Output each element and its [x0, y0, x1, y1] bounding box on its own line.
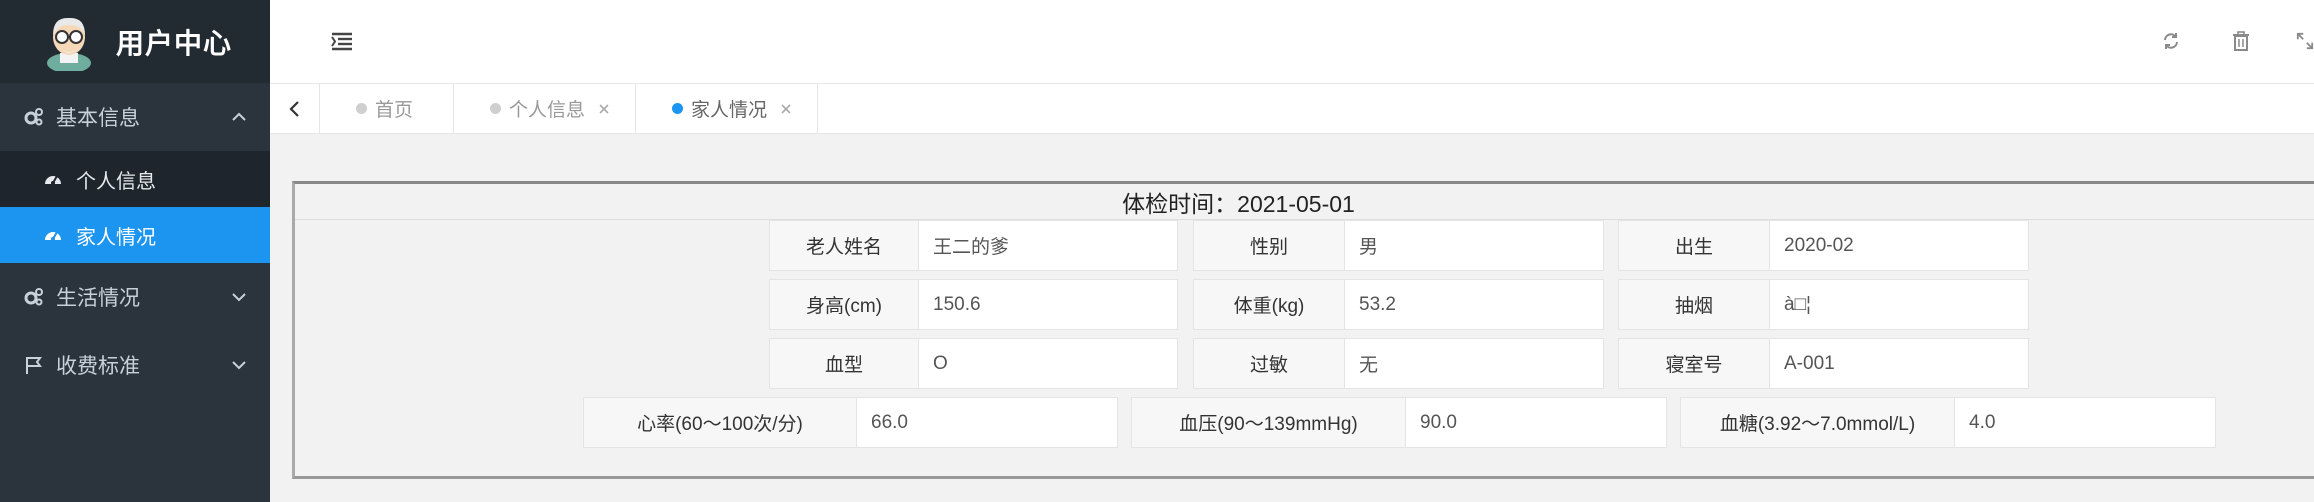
top-actions: [2116, 28, 2314, 54]
sidebar-item-personal-info[interactable]: 个人信息: [0, 151, 270, 207]
field-value-heart-rate[interactable]: 66.0: [856, 397, 1118, 448]
close-icon[interactable]: [597, 102, 611, 116]
gears-icon: [22, 285, 46, 309]
field-value-weight[interactable]: 53.2: [1344, 279, 1604, 330]
chevron-down-icon: [232, 361, 246, 370]
tab-dot: [356, 103, 367, 114]
menu-fee-standard[interactable]: 收费标准: [0, 331, 270, 399]
field-label: 血型: [769, 338, 919, 389]
menu-label: 收费标准: [56, 355, 140, 378]
sidebar-item-label: 个人信息: [76, 170, 156, 193]
field-value-gender[interactable]: 男: [1344, 220, 1604, 271]
field-value-blood-sugar[interactable]: 4.0: [1954, 397, 2216, 448]
field-value-elder-name[interactable]: 王二的爹: [918, 220, 1178, 271]
tab-family-status[interactable]: 家人情况: [636, 84, 819, 133]
submenu-basic-info: 个人信息 家人情况: [0, 151, 270, 263]
sidebar-item-label: 家人情况: [76, 226, 156, 249]
fullscreen-icon[interactable]: [2296, 28, 2314, 54]
tab-dot: [672, 103, 684, 114]
menu-label: 生活情况: [56, 287, 140, 310]
field-label: 抽烟: [1618, 279, 1770, 330]
flag-icon: [22, 353, 46, 377]
tabs-scroll-left-button[interactable]: [270, 84, 320, 133]
field-value-smoking[interactable]: à□¦: [1769, 279, 2029, 330]
brand-title: 用户中心: [116, 27, 233, 59]
field-label: 出生: [1618, 220, 1770, 271]
chevron-up-icon: [232, 112, 246, 121]
field-label: 寝室号: [1618, 338, 1770, 389]
field-label: 身高(cm): [769, 279, 919, 330]
gears-icon: [22, 105, 46, 129]
chevron-left-icon: [288, 100, 299, 117]
indent-icon[interactable]: [330, 31, 354, 51]
field-label: 心率(60～100次/分): [583, 397, 857, 448]
tab-dot: [490, 103, 502, 114]
field-value-birth[interactable]: 2020-02: [1769, 220, 2029, 271]
field-label: 过敏: [1193, 338, 1345, 389]
tab-personal-info[interactable]: 个人信息: [454, 84, 637, 133]
brand: 用户中心: [0, 0, 270, 83]
exam-title-row: 体检时间：2021-05-01: [295, 184, 2314, 220]
top-header: [270, 0, 2314, 84]
main-content: 体检时间：2021-05-01 老人姓名 王二的爹 性别 男 出生 2020-0…: [270, 134, 2314, 502]
field-label: 老人姓名: [769, 220, 919, 271]
field-value-blood-pressure[interactable]: 90.0: [1405, 397, 1667, 448]
tab-home[interactable]: 首页: [320, 84, 455, 133]
tab-label: 个人信息: [509, 100, 586, 121]
exam-title: 体检时间：2021-05-01: [1122, 190, 1355, 217]
sidebar-item-family-status[interactable]: 家人情况: [0, 207, 270, 263]
menu-basic-info[interactable]: 基本信息: [0, 83, 270, 151]
dashboard-icon: [42, 224, 64, 246]
field-label: 血糖(3.92～7.0mmol/L): [1680, 397, 1955, 448]
field-label: 血压(90～139mmHg): [1131, 397, 1406, 448]
field-label: 体重(kg): [1193, 279, 1345, 330]
menu-living-status[interactable]: 生活情况: [0, 263, 270, 331]
sidebar: 用户中心 基本信息 个人信息 家人情况 生活情况 收费标准: [0, 0, 270, 502]
field-value-blood-type[interactable]: O: [918, 338, 1178, 389]
menu-group-basic-info: 基本信息 个人信息 家人情况: [0, 83, 270, 263]
old-man-avatar-icon: [40, 13, 98, 73]
field-value-allergy[interactable]: 无: [1344, 338, 1604, 389]
field-value-dorm-number[interactable]: A-001: [1769, 338, 2029, 389]
chevron-down-icon: [232, 293, 246, 302]
field-label: 性别: [1193, 220, 1345, 271]
close-icon[interactable]: [779, 102, 793, 116]
trash-icon[interactable]: [2226, 28, 2256, 54]
field-value-height[interactable]: 150.6: [918, 279, 1178, 330]
menu-label: 基本信息: [56, 107, 140, 130]
tab-label: 首页: [375, 100, 414, 121]
dashboard-icon: [42, 168, 64, 190]
tab-label: 家人情况: [691, 100, 768, 121]
refresh-icon[interactable]: [2156, 28, 2186, 54]
tabs-bar: 首页 个人信息 家人情况: [270, 84, 2314, 134]
